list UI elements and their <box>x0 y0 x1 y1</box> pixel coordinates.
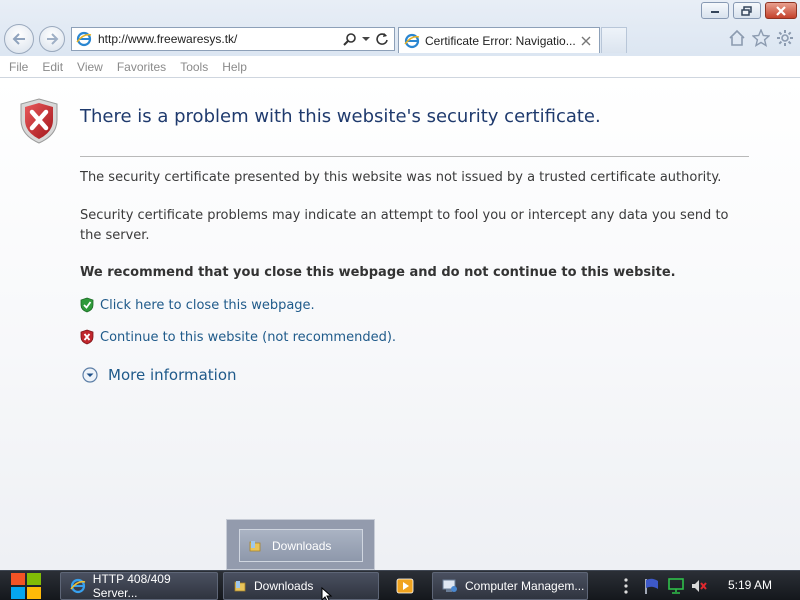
taskbar-clock[interactable]: 5:19 AM <box>728 578 772 592</box>
taskbar-item-computer-management[interactable]: Computer Managem... <box>432 572 588 600</box>
mouse-cursor-icon <box>321 587 333 600</box>
menu-bar: File Edit View Favorites Tools Help <box>0 56 800 78</box>
folder-icon <box>249 540 261 551</box>
minimize-icon <box>711 10 719 13</box>
close-icon <box>776 5 786 16</box>
menu-edit[interactable]: Edit <box>42 60 63 74</box>
gear-icon[interactable] <box>776 29 794 47</box>
taskbar: HTTP 408/409 Server... Downloads Compute… <box>0 570 800 600</box>
chevron-down-icon[interactable] <box>362 36 370 42</box>
continue-website-action[interactable]: Continue to this website (not recommende… <box>80 329 396 345</box>
menu-help[interactable]: Help <box>222 60 247 74</box>
favorites-star-icon[interactable] <box>752 29 770 47</box>
restore-icon <box>741 5 752 16</box>
close-webpage-action[interactable]: Click here to close this webpage. <box>80 297 315 313</box>
shield-check-icon <box>80 297 94 313</box>
more-information-toggle[interactable]: More information <box>82 366 237 384</box>
preview-item-downloads[interactable]: Downloads <box>239 529 363 562</box>
shield-error-icon <box>20 98 58 144</box>
tab-certificate-error[interactable]: Certificate Error: Navigatio... <box>398 27 600 53</box>
computer-management-icon <box>442 579 457 592</box>
page-title: There is a problem with this website's s… <box>80 106 601 127</box>
action-center-flag-icon[interactable] <box>643 577 661 595</box>
volume-muted-icon[interactable] <box>690 577 708 595</box>
network-icon[interactable] <box>667 577 685 595</box>
arrow-right-icon <box>47 33 59 45</box>
taskbar-item-label: Downloads <box>254 579 314 593</box>
arrow-left-icon <box>12 33 25 45</box>
address-actions <box>343 32 394 46</box>
shield-x-icon <box>80 329 94 345</box>
certificate-error-page: There is a problem with this website's s… <box>0 78 800 570</box>
recommendation-text: We recommend that you close this webpage… <box>80 265 676 280</box>
home-icon[interactable] <box>728 29 746 47</box>
ie-page-icon <box>76 31 92 47</box>
restore-button[interactable] <box>733 2 761 19</box>
menu-tools[interactable]: Tools <box>180 60 208 74</box>
taskbar-item-browser[interactable]: HTTP 408/409 Server... <box>60 572 218 600</box>
close-window-button[interactable] <box>765 2 797 19</box>
show-hidden-icons-icon[interactable] <box>622 577 630 595</box>
back-button[interactable] <box>4 24 34 54</box>
taskbar-item-label: HTTP 408/409 Server... <box>92 572 171 600</box>
search-icon[interactable] <box>343 32 357 46</box>
taskbar-preview: Downloads <box>226 519 375 570</box>
address-bar[interactable]: http://www.freewaresys.tk/ <box>71 27 395 51</box>
address-input[interactable]: http://www.freewaresys.tk/ <box>98 32 343 46</box>
close-webpage-link[interactable]: Click here to close this webpage. <box>100 298 315 313</box>
taskbar-item-downloads[interactable]: Downloads <box>223 572 379 600</box>
new-tab-button[interactable] <box>601 27 627 53</box>
media-player-icon <box>396 578 414 594</box>
more-information-label[interactable]: More information <box>108 366 237 384</box>
forward-button[interactable] <box>39 26 65 52</box>
menu-favorites[interactable]: Favorites <box>117 60 166 74</box>
expand-circle-icon <box>82 367 98 383</box>
tab-title: Certificate Error: Navigatio... <box>425 33 576 48</box>
ie-tab-icon <box>404 33 420 48</box>
preview-label: Downloads <box>272 538 332 553</box>
browser-toolbar-icons <box>728 29 794 47</box>
taskbar-item-media-player[interactable] <box>390 572 420 600</box>
continue-website-link[interactable]: Continue to this website (not recommende… <box>100 330 396 345</box>
menu-file[interactable]: File <box>9 60 28 74</box>
divider <box>80 156 749 157</box>
certificate-explanation: The security certificate presented by th… <box>80 170 722 185</box>
windows-start-icon[interactable] <box>10 572 44 600</box>
browser-chrome: http://www.freewaresys.tk/ Certificate E… <box>0 0 800 56</box>
security-warning: Security certificate problems may indica… <box>80 208 729 243</box>
folder-icon <box>234 581 246 592</box>
ie-taskbar-icon <box>70 578 86 594</box>
menu-view[interactable]: View <box>77 60 103 74</box>
tab-close-icon[interactable] <box>581 36 591 46</box>
window-controls <box>701 2 797 19</box>
refresh-icon[interactable] <box>375 32 389 46</box>
taskbar-item-label: Computer Managem... <box>465 579 585 593</box>
minimize-button[interactable] <box>701 2 729 19</box>
